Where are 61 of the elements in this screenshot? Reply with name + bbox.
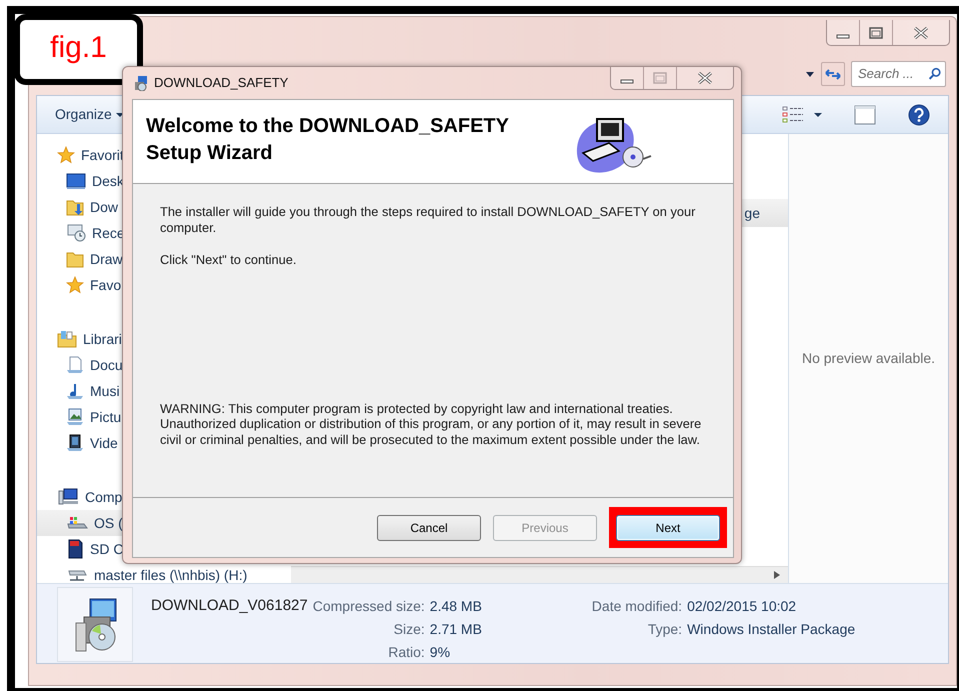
field-label: Compressed size: bbox=[312, 597, 425, 616]
clock-monitor-icon bbox=[66, 224, 86, 242]
field-label: Ratio: bbox=[387, 643, 425, 662]
field-value: 2.71 MB bbox=[430, 620, 483, 640]
preview-message: No preview available. bbox=[802, 349, 936, 368]
sidebar-item[interactable]: Dow bbox=[37, 194, 118, 220]
sidebar-item[interactable]: Docu bbox=[37, 352, 123, 378]
sidebar-item[interactable]: Desk bbox=[37, 168, 124, 194]
field-value: 9% bbox=[430, 643, 452, 662]
search-icon bbox=[928, 66, 941, 82]
folder-icon bbox=[66, 250, 84, 268]
window-title: DOWNLOAD_SAFETY bbox=[154, 74, 288, 92]
field-value: Windows Installer Package bbox=[687, 620, 856, 640]
library-folder-icon bbox=[57, 330, 77, 348]
picture-icon bbox=[66, 408, 84, 426]
refresh-arrows-icon bbox=[824, 66, 842, 81]
field-value: 02/02/2015 10:02 bbox=[687, 597, 798, 616]
body-text: The installer will guide you through the steps required to install DOWNLOAD_SAFETY on your computer. bbox=[160, 204, 696, 235]
warning-text: WARNING: This computer program is protected by copyright law and international treaties. Unauthorized duplication or distribution of this program, or any portion of it, may result in severe civil or criminal penalties, and will be prosecuted to the maximum extent possible under the law. bbox=[160, 400, 702, 447]
close-icon[interactable] bbox=[696, 71, 714, 85]
file-name: DOWNLOAD_V061827 bbox=[151, 596, 308, 616]
download-folder-icon bbox=[66, 198, 84, 216]
computer-icon bbox=[57, 488, 79, 506]
installer-icon bbox=[132, 75, 148, 91]
sidebar-item[interactable]: Draw bbox=[37, 246, 123, 272]
sidebar-item[interactable]: Favo bbox=[37, 272, 122, 298]
right-arrow-icon bbox=[774, 571, 780, 580]
film-icon bbox=[66, 434, 84, 452]
refresh-button[interactable] bbox=[821, 62, 845, 86]
field-value: 2.48 MB bbox=[430, 597, 483, 616]
field-label: Date modified: bbox=[592, 597, 682, 616]
next-button[interactable]: Next bbox=[616, 515, 720, 541]
search-field[interactable]: Search ... bbox=[851, 60, 946, 87]
close-icon[interactable] bbox=[912, 26, 930, 40]
help-icon[interactable] bbox=[908, 104, 930, 126]
caret-icon[interactable] bbox=[814, 112, 822, 118]
sidebar-item[interactable]: Musi bbox=[37, 378, 120, 404]
music-note-icon bbox=[66, 382, 84, 400]
maximize-icon[interactable] bbox=[868, 26, 884, 38]
preview-pane-icon[interactable] bbox=[854, 104, 876, 125]
sd-card-icon bbox=[66, 539, 84, 560]
field-label: Size: bbox=[392, 620, 425, 640]
scrollbar[interactable] bbox=[291, 566, 788, 584]
star-icon bbox=[57, 146, 75, 164]
figure-label: fig.1 bbox=[14, 14, 143, 85]
sidebar-item[interactable]: Comp bbox=[37, 484, 122, 510]
cancel-button[interactable]: Cancel bbox=[377, 514, 481, 540]
document-icon bbox=[66, 356, 84, 374]
field-label: Type: bbox=[646, 620, 682, 640]
body-text: Click "Next" to continue. bbox=[160, 252, 298, 268]
sidebar-item[interactable]: Pictu bbox=[37, 404, 122, 430]
wizard-heading: Welcome to the DOWNLOAD_SAFETY Setup Wizard bbox=[146, 114, 510, 166]
sidebar-item[interactable]: Favorit bbox=[37, 142, 124, 168]
sidebar-item[interactable]: Librari bbox=[37, 326, 122, 352]
search-input[interactable]: Search ... bbox=[858, 64, 928, 84]
dropdown-caret-icon[interactable] bbox=[805, 70, 815, 78]
sidebar-item[interactable]: Vide bbox=[37, 430, 118, 456]
view-list-icon[interactable] bbox=[782, 106, 804, 124]
star-icon bbox=[66, 276, 84, 294]
sidebar-item[interactable]: master files (\\nhbis) (H:) bbox=[37, 562, 248, 584]
monitor-icon bbox=[66, 173, 86, 190]
